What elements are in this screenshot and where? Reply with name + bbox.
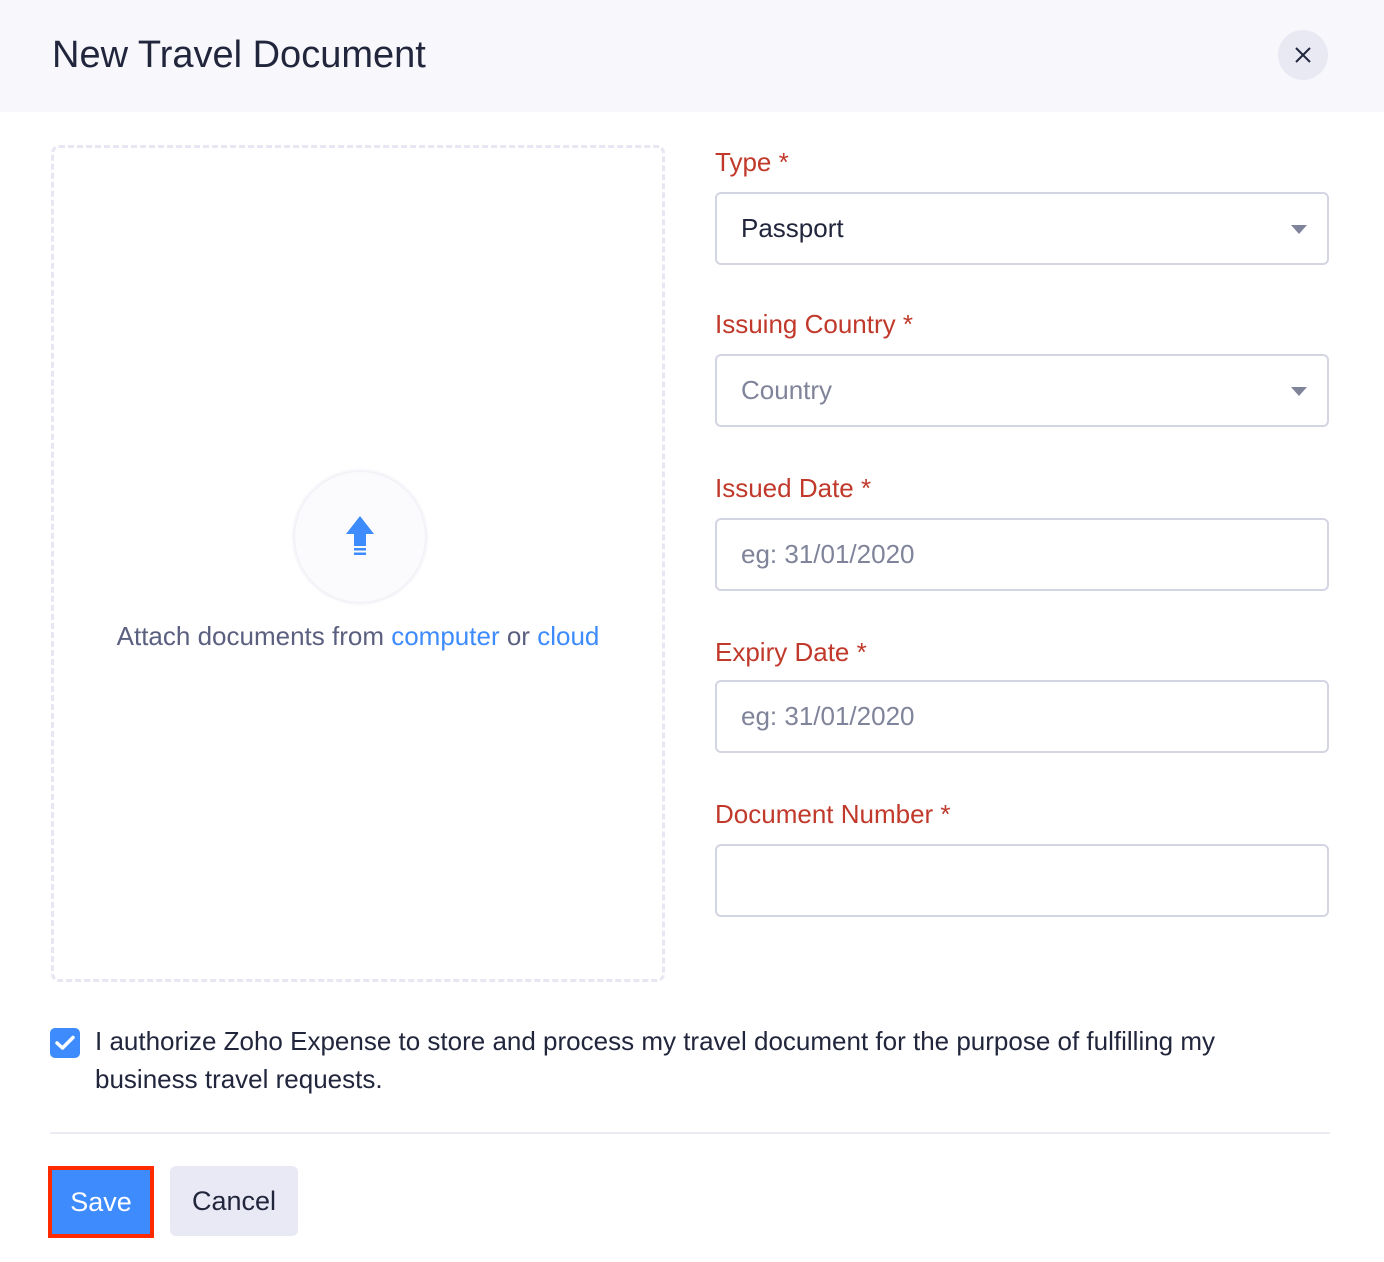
country-placeholder: Country [741,375,833,405]
caret-down-icon [1291,225,1307,234]
attach-text: Attach documents from computer or cloud [54,621,662,652]
expiry-date-input[interactable]: eg: 31/01/2020 [715,680,1329,753]
attach-prefix: Attach documents from [116,621,384,651]
type-value: Passport [741,213,844,243]
close-button[interactable] [1278,30,1328,80]
document-number-label: Document Number * [715,799,951,829]
consent-checkbox[interactable] [50,1028,80,1058]
upload-arrow-icon [346,516,374,555]
document-number-input[interactable] [715,844,1329,917]
computer-link[interactable]: computer [391,621,499,651]
consent-text: I authorize Zoho Expense to store and pr… [95,1026,1216,1094]
cloud-link[interactable]: cloud [537,621,599,651]
dialog-header: New Travel Document [0,0,1384,112]
expiry-date-placeholder: eg: 31/01/2020 [741,701,915,731]
divider [50,1132,1330,1134]
save-button[interactable]: Save [48,1166,154,1238]
cancel-button[interactable]: Cancel [170,1166,298,1236]
type-select[interactable]: Passport [715,192,1329,265]
caret-down-icon [1291,387,1307,396]
issued-date-input[interactable]: eg: 31/01/2020 [715,518,1329,591]
upload-button[interactable] [295,472,425,602]
or-text: or [506,621,530,651]
issued-date-placeholder: eg: 31/01/2020 [741,539,915,569]
expiry-date-label: Expiry Date * [715,637,867,667]
issued-date-label: Issued Date * [715,473,872,503]
dialog-title: New Travel Document [52,34,426,76]
issuing-country-select[interactable]: Country [715,354,1329,427]
checkmark-icon [55,1035,75,1050]
file-drop-zone[interactable]: Attach documents from computer or cloud [51,145,665,982]
issuing-country-label: Issuing Country * [715,309,913,339]
close-icon [1295,47,1311,63]
type-label: Type * [715,147,789,177]
